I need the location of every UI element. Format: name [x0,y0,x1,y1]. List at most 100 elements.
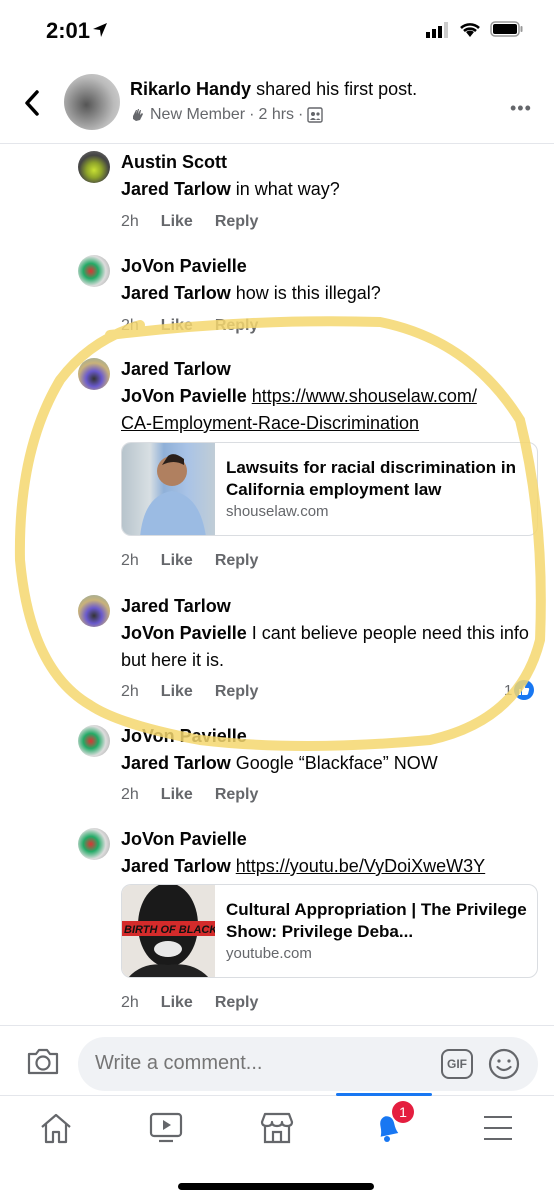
reply-button[interactable]: Reply [215,552,259,570]
tab-menu[interactable] [478,1108,518,1148]
tab-marketplace[interactable] [257,1108,297,1148]
waving-hand-icon [133,109,143,121]
comment-actions: 2h Like Reply [121,317,258,335]
video-thumbnail-image: BIRTH OF BLACK [122,885,218,977]
reply-button[interactable]: Reply [215,786,259,804]
comment-time: 2h [121,683,139,700]
link-preview-domain: youtube.com [226,945,312,962]
author-avatar[interactable] [64,74,120,130]
comment-link[interactable]: https://www.shouselaw.com/ [252,386,477,406]
reaction-count: 1 [504,681,513,699]
post-meta: New Member · 2 hrs · [130,106,324,124]
comment-text: Jared Tarlow how is this illegal? [121,280,531,307]
commenter-name[interactable]: JoVon Pavielle [121,256,247,277]
comment-composer: GIF [0,1025,554,1095]
commenter-name[interactable]: Jared Tarlow [121,359,231,380]
back-button[interactable] [20,88,44,118]
like-button[interactable]: Like [161,317,193,335]
emoji-icon[interactable] [488,1048,520,1080]
comment-input-container: GIF [78,1037,538,1091]
reaction-summary[interactable]: 1 [504,680,535,700]
tab-home[interactable] [36,1108,76,1148]
comment-link-continued[interactable]: CA-Employment-Race-Discrimination [121,413,419,433]
like-button[interactable]: Like [161,786,193,804]
mention[interactable]: JoVon Pavielle [121,386,247,406]
comment-time: 2h [121,552,139,569]
mention[interactable]: JoVon Pavielle [121,623,247,643]
commenter-avatar[interactable] [78,151,110,183]
comment-text: Jared Tarlow Google “Blackface” NOW [121,750,531,777]
comment-text: Jared Tarlow https://youtu.be/VyDoiXweW3… [121,853,531,880]
post-header: Rikarlo Handy shared his first post. New… [0,62,554,144]
hamburger-menu-icon [484,1116,512,1140]
comment-text: Jared Tarlow in what way? [121,176,531,203]
comment-time: 2h [121,213,139,230]
commenter-name[interactable]: Austin Scott [121,152,227,173]
wifi-icon [460,23,480,37]
thumbnail-caption: BIRTH OF BLACK [124,924,215,936]
cellular-signal-icon [426,22,448,38]
member-badge: New Member [150,106,246,123]
like-button[interactable]: Like [161,552,193,570]
link-preview-card[interactable]: BIRTH OF BLACK Cultural Appropriation | … [121,884,538,978]
comment-text: JoVon Pavielle I cant believe people nee… [121,620,531,674]
status-time: 2:01 [46,18,91,43]
like-button[interactable]: Like [161,683,193,701]
commenter-avatar[interactable] [78,725,110,757]
comment-link[interactable]: https://youtu.be/VyDoiXweW3Y [236,856,485,876]
reply-button[interactable]: Reply [215,994,259,1012]
reply-button[interactable]: Reply [215,683,259,701]
comment-input[interactable] [95,1052,395,1075]
mention[interactable]: Jared Tarlow [121,856,231,876]
link-preview-card[interactable]: Lawsuits for racial discrimination in Ca… [121,442,538,536]
separator: · [298,106,304,123]
separator: · [249,106,255,123]
tab-watch[interactable] [146,1108,186,1148]
mention[interactable]: Jared Tarlow [121,179,231,199]
comment-actions: 2h Like Reply [121,786,258,804]
commenter-avatar[interactable] [78,255,110,287]
link-preview-thumbnail: BIRTH OF BLACK [122,885,218,977]
marketplace-store-icon [260,1112,294,1144]
mention[interactable]: Jared Tarlow [121,283,231,303]
like-button[interactable]: Like [161,213,193,231]
comment-text: JoVon Pavielle https://www.shouselaw.com… [121,383,531,437]
commenter-name[interactable]: JoVon Pavielle [121,726,247,747]
link-preview-domain: shouselaw.com [226,503,329,520]
home-indicator[interactable] [178,1183,374,1190]
reply-button[interactable]: Reply [215,213,259,231]
camera-icon[interactable] [26,1046,60,1076]
like-button[interactable]: Like [161,994,193,1012]
link-preview-title: Cultural Appropriation | The Privilege S… [226,900,527,941]
post-time[interactable]: 2 hrs [258,106,294,124]
status-bar: 2:01 [0,0,554,60]
comment-actions: 2h Like Reply [121,213,258,231]
more-options-button[interactable]: ••• [510,98,532,119]
thumbs-up-icon [514,680,535,700]
post-action-text: shared his first post. [256,79,418,99]
commenter-avatar[interactable] [78,595,110,627]
link-preview-title: Lawsuits for racial discrimination in Ca… [226,458,517,499]
person-photo-icon [140,454,206,535]
comment-body: how is this illegal? [235,283,381,303]
commenter-avatar[interactable] [78,358,110,390]
location-arrow-icon [93,23,107,37]
commenter-name[interactable]: Jared Tarlow [121,596,231,617]
comment-actions: 2h Like Reply [121,552,258,570]
reply-button[interactable]: Reply [215,317,259,335]
mention[interactable]: Jared Tarlow [121,753,231,773]
comment-time: 2h [121,317,139,334]
commenter-avatar[interactable] [78,828,110,860]
video-play-icon [149,1112,183,1143]
comment-actions: 2h Like Reply [121,994,258,1012]
active-tab-indicator [336,1093,432,1096]
commenter-name[interactable]: JoVon Pavielle [121,829,247,850]
comment-time: 2h [121,994,139,1011]
post-author-name[interactable]: Rikarlo Handy [130,79,251,99]
notification-badge: 1 [392,1101,414,1123]
battery-icon [490,21,523,37]
post-title: Rikarlo Handy shared his first post. [130,79,417,100]
comment-body: Google “Blackface” NOW [235,753,438,773]
gif-button[interactable]: GIF [441,1049,473,1079]
comment-body: in what way? [235,179,340,199]
